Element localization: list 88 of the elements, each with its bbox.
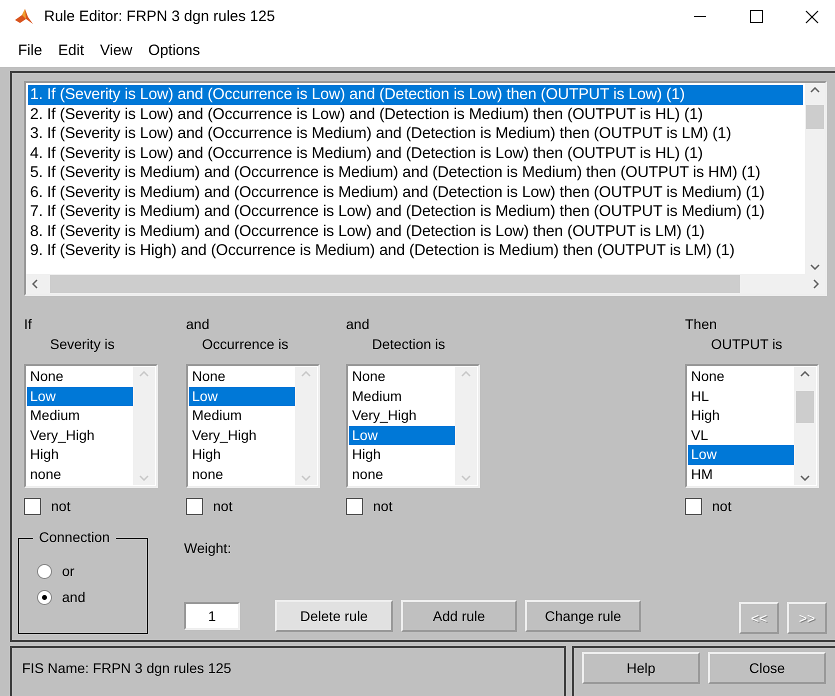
list-item[interactable]: HM bbox=[688, 464, 794, 484]
rule-row[interactable]: 9. If (Severity is High) and (Occurrence is Medium) and (Detection is Medium) then (OUTPUT is LM) (1) bbox=[28, 241, 803, 260]
list-item[interactable]: Medium bbox=[189, 406, 295, 426]
connector-label: and bbox=[346, 315, 370, 334]
menu-item[interactable]: File bbox=[10, 42, 50, 59]
menu-item[interactable]: Edit bbox=[50, 42, 92, 59]
connector-label: Then bbox=[685, 315, 718, 334]
list-item[interactable]: none bbox=[27, 464, 133, 484]
list-item[interactable]: Medium bbox=[349, 386, 455, 406]
radio-button[interactable] bbox=[37, 590, 52, 604]
scroll-down-icon[interactable] bbox=[800, 475, 810, 481]
list-item[interactable]: None bbox=[189, 367, 295, 386]
radio-label: and bbox=[62, 589, 86, 605]
menu-item[interactable]: View bbox=[92, 42, 140, 59]
not-label: not bbox=[51, 497, 70, 516]
rule-row[interactable]: 8. If (Severity is Medium) and (Occurrence is Low) and (Detection is Low) then (OUTPUT is LM) (1) bbox=[28, 222, 803, 241]
list-item[interactable]: none bbox=[189, 464, 295, 484]
list-item[interactable]: High bbox=[688, 406, 794, 426]
membership-listbox[interactable]: None Low Medium Very_High High none bbox=[24, 364, 158, 488]
horizontal-scrollbar[interactable] bbox=[26, 274, 825, 294]
list-item[interactable]: HL bbox=[688, 386, 794, 406]
list-item[interactable]: Very_High bbox=[189, 426, 295, 445]
app-logo-icon bbox=[14, 6, 34, 27]
scroll-thumb[interactable] bbox=[50, 275, 740, 293]
rule-row[interactable]: 5. If (Severity is Medium) and (Occurrence is Medium) and (Detection is Medium) then (OUTPUT is HM) (1) bbox=[28, 163, 803, 182]
window-title: Rule Editor: FRPN 3 dgn rules 125 bbox=[44, 8, 276, 26]
rule-button[interactable]: Add rule bbox=[401, 600, 517, 632]
menu-item[interactable]: Options bbox=[140, 42, 208, 59]
rule-row[interactable]: 7. If (Severity is Medium) and (Occurrence is Low) and (Detection is Medium) then (OUTPUT is Medium) (1) bbox=[28, 202, 803, 222]
group-title: Connection bbox=[33, 529, 116, 545]
list-item[interactable]: High bbox=[349, 445, 455, 464]
scroll-left-icon[interactable] bbox=[32, 279, 38, 289]
not-label: not bbox=[373, 497, 392, 516]
membership-listbox[interactable]: None Medium Very_High Low High none bbox=[346, 364, 480, 488]
list-item[interactable]: Low bbox=[688, 445, 794, 464]
rule-row[interactable]: 6. If (Severity is Medium) and (Occurrence is Medium) and (Detection is Low) then (OUTPUT is Medium) (1) bbox=[28, 182, 803, 202]
membership-listbox[interactable]: None HL High VL Low HM bbox=[685, 364, 819, 488]
scroll-thumb[interactable] bbox=[796, 391, 814, 423]
minimize-icon bbox=[694, 16, 706, 18]
close-icon bbox=[805, 10, 819, 24]
variable-label: Severity is bbox=[49, 335, 116, 354]
scroll-thumb[interactable] bbox=[806, 105, 824, 129]
rules-listbox[interactable] bbox=[24, 81, 827, 296]
connector-label: If bbox=[24, 315, 33, 334]
rule-button[interactable]: Change rule bbox=[525, 600, 641, 632]
list-item[interactable]: High bbox=[27, 445, 133, 464]
list-item[interactable]: None bbox=[27, 367, 133, 386]
list-item[interactable]: None bbox=[349, 367, 455, 386]
not-checkbox[interactable] bbox=[685, 498, 702, 514]
rule-button[interactable]: Delete rule bbox=[275, 600, 393, 632]
scrollbar[interactable] bbox=[794, 367, 816, 485]
variable-label: OUTPUT is bbox=[710, 335, 784, 354]
membership-listbox[interactable]: None Low Medium Very_High High none bbox=[186, 364, 320, 488]
variable-label: Occurrence is bbox=[201, 335, 290, 354]
rule-row[interactable]: 2. If (Severity is Low) and (Occurrence is Low) and (Detection is Medium) then (OUTPUT is HL) (1) bbox=[28, 104, 803, 124]
status-text: FIS Name: FRPN 3 dgn rules 125 bbox=[10, 646, 566, 696]
connector-label: and bbox=[186, 315, 210, 334]
rule-row[interactable]: 3. If (Severity is Low) and (Occurrence is Medium) and (Detection is Medium) then (OUTPUT is LM) (1) bbox=[28, 124, 803, 144]
list-item[interactable]: High bbox=[189, 445, 295, 464]
footer-button[interactable]: Close bbox=[708, 652, 826, 684]
list-item[interactable]: VL bbox=[688, 426, 794, 445]
radio-button[interactable] bbox=[37, 564, 52, 578]
list-item[interactable]: none bbox=[349, 464, 455, 484]
maximize-icon bbox=[750, 10, 762, 24]
not-label: not bbox=[712, 497, 732, 516]
footer-button[interactable]: Help bbox=[582, 652, 700, 684]
list-item[interactable]: None bbox=[688, 367, 794, 386]
variable-label: Detection is bbox=[371, 335, 446, 354]
weight-field[interactable]: 1 bbox=[184, 602, 240, 630]
scroll-up-icon[interactable] bbox=[810, 87, 820, 93]
weight-label: Weight: bbox=[184, 539, 232, 558]
list-item[interactable]: Very_High bbox=[349, 406, 455, 426]
rule-row[interactable]: 1. If (Severity is Low) and (Occurrence is Low) and (Detection is Low) then (OUTPUT is Low) (1) bbox=[28, 85, 803, 104]
scroll-up-icon[interactable] bbox=[800, 371, 810, 377]
not-checkbox[interactable] bbox=[346, 498, 363, 514]
radio-label: or bbox=[62, 563, 74, 579]
list-item[interactable]: Low bbox=[27, 386, 133, 406]
not-checkbox[interactable] bbox=[24, 498, 41, 514]
scroll-right-icon[interactable] bbox=[813, 279, 819, 289]
vertical-scrollbar[interactable] bbox=[805, 83, 825, 274]
scroll-down-icon[interactable] bbox=[810, 264, 820, 270]
not-checkbox[interactable] bbox=[186, 498, 203, 514]
list-item[interactable]: Medium bbox=[27, 406, 133, 426]
list-item[interactable]: Low bbox=[349, 426, 455, 445]
list-item[interactable]: Very_High bbox=[27, 426, 133, 445]
not-label: not bbox=[213, 497, 232, 516]
rule-row[interactable]: 4. If (Severity is Low) and (Occurrence is Medium) and (Detection is Low) then (OUTPUT is HL) (1) bbox=[28, 144, 803, 163]
list-item[interactable]: Low bbox=[189, 386, 295, 406]
